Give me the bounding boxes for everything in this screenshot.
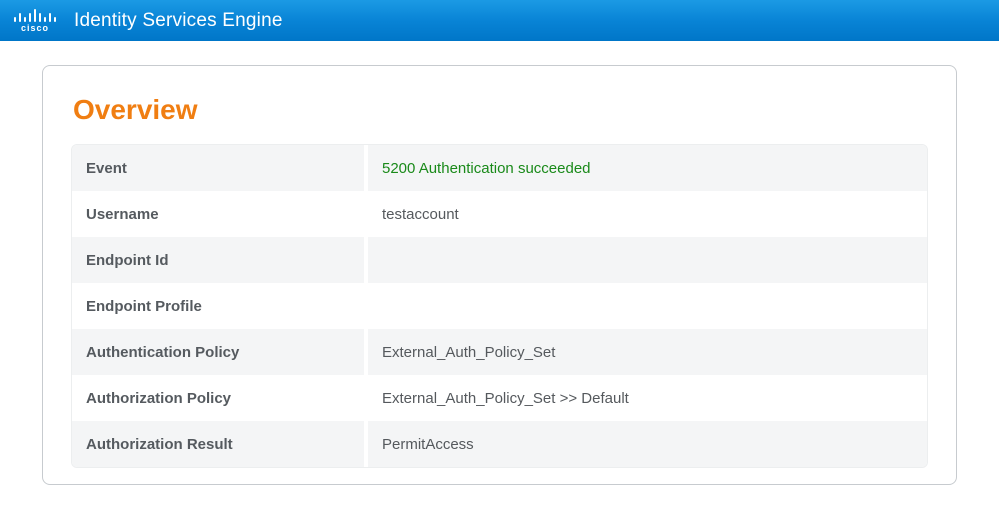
value-username: testaccount	[368, 191, 927, 237]
cisco-logo: cisco	[14, 8, 56, 33]
row-authentication-policy: Authentication Policy External_Auth_Poli…	[72, 329, 927, 375]
cisco-logo-bars-icon	[14, 8, 56, 22]
panel-title: Overview	[73, 94, 928, 126]
label-event: Event	[72, 145, 364, 191]
value-event: 5200 Authentication succeeded	[368, 145, 927, 191]
row-authorization-result: Authorization Result PermitAccess	[72, 421, 927, 467]
row-endpoint-id: Endpoint Id	[72, 237, 927, 283]
row-endpoint-profile: Endpoint Profile	[72, 283, 927, 329]
cisco-logo-text: cisco	[21, 23, 49, 33]
value-authorization-result: PermitAccess	[368, 421, 927, 467]
app-title: Identity Services Engine	[74, 10, 283, 32]
overview-panel: Overview Event 5200 Authentication succe…	[42, 65, 957, 485]
label-username: Username	[72, 191, 364, 237]
label-authorization-policy: Authorization Policy	[72, 375, 364, 421]
app-header: cisco Identity Services Engine	[0, 0, 999, 41]
row-authorization-policy: Authorization Policy External_Auth_Polic…	[72, 375, 927, 421]
label-endpoint-profile: Endpoint Profile	[72, 283, 364, 329]
value-authorization-policy: External_Auth_Policy_Set >> Default	[368, 375, 927, 421]
value-authentication-policy: External_Auth_Policy_Set	[368, 329, 927, 375]
label-endpoint-id: Endpoint Id	[72, 237, 364, 283]
detail-rows: Event 5200 Authentication succeeded User…	[71, 144, 928, 468]
row-event: Event 5200 Authentication succeeded	[72, 145, 927, 191]
row-username: Username testaccount	[72, 191, 927, 237]
value-endpoint-id	[368, 237, 927, 283]
label-authorization-result: Authorization Result	[72, 421, 364, 467]
label-authentication-policy: Authentication Policy	[72, 329, 364, 375]
value-endpoint-profile	[368, 283, 927, 329]
